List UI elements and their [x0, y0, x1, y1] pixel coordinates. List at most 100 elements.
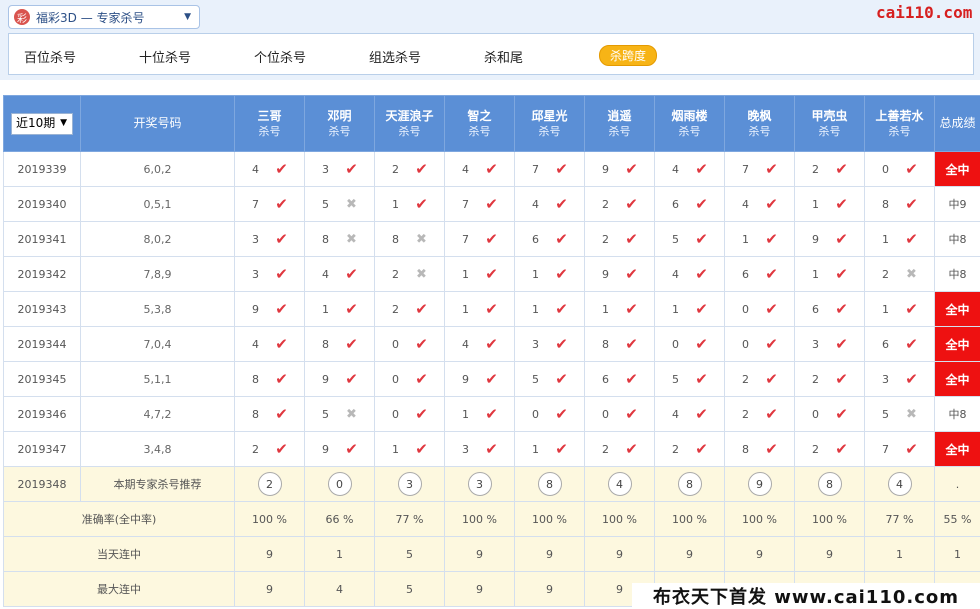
expert-name: 晚枫	[725, 109, 794, 124]
check-icon: ✔	[835, 370, 849, 388]
pick-number: 8	[321, 338, 331, 351]
expert-name: 甲壳虫	[795, 109, 864, 124]
check-icon: ✔	[625, 265, 639, 283]
today-streak-row: 当天连中91599999911	[4, 537, 980, 572]
expert-header[interactable]: 邓明杀号	[305, 96, 375, 152]
period-select[interactable]: 近10期 ▼	[11, 113, 73, 135]
pick-cell: 1✔	[375, 432, 445, 467]
draw-cell: 3,4,8	[81, 432, 235, 467]
pick-number: 8	[251, 373, 261, 386]
pick-cell: 0✔	[725, 327, 795, 362]
expert-header[interactable]: 天涯浪子杀号	[375, 96, 445, 152]
pick-number: 4	[251, 163, 261, 176]
pick-number: 3	[251, 233, 261, 246]
period-cell: 2019343	[4, 292, 81, 327]
pick-number: 9	[811, 233, 821, 246]
check-icon: ✔	[485, 230, 499, 248]
pick-cell: 5✔	[515, 362, 585, 397]
expert-sub: 杀号	[655, 124, 724, 139]
check-icon: ✔	[765, 265, 779, 283]
check-icon: ✔	[555, 300, 569, 318]
pick-cell: 3✔	[305, 152, 375, 187]
pick-number: 5	[671, 233, 681, 246]
check-icon: ✔	[415, 160, 429, 178]
pick-cell: 2✔	[795, 152, 865, 187]
pick-number: 6	[531, 233, 541, 246]
pick-number: 1	[601, 303, 611, 316]
pick-cell: 4✔	[445, 152, 515, 187]
pick-cell: 7✔	[725, 152, 795, 187]
pick-cell: 1✔	[445, 397, 515, 432]
pick-number: 4	[461, 338, 471, 351]
table-row: 20193455,1,18✔9✔0✔9✔5✔6✔5✔2✔2✔3✔全中	[4, 362, 980, 397]
check-icon: ✔	[695, 265, 709, 283]
check-icon: ✔	[485, 335, 499, 353]
total-header: 总成绩	[935, 96, 980, 152]
expert-header[interactable]: 上善若水杀号	[865, 96, 935, 152]
pick-number: 4	[461, 163, 471, 176]
check-icon: ✔	[765, 405, 779, 423]
pick-number: 2	[391, 163, 401, 176]
summary-cell: 9	[795, 537, 865, 572]
pick-number: 5	[671, 373, 681, 386]
check-icon: ✔	[695, 405, 709, 423]
check-icon: ✔	[555, 160, 569, 178]
check-icon: ✔	[695, 440, 709, 458]
lottery-select[interactable]: 彩 福彩3D — 专家杀号 ▼	[8, 5, 200, 29]
expert-header[interactable]: 邱星光杀号	[515, 96, 585, 152]
site-brand[interactable]: cai110.com	[876, 3, 972, 22]
expert-header[interactable]: 三哥杀号	[235, 96, 305, 152]
check-icon: ✔	[905, 440, 919, 458]
tab-hundreds[interactable]: 百位杀号	[24, 47, 76, 66]
check-icon: ✔	[485, 440, 499, 458]
recommend-number: 4	[608, 472, 632, 496]
check-icon: ✔	[345, 300, 359, 318]
cross-icon: ✖	[415, 267, 429, 282]
tab-tens[interactable]: 十位杀号	[139, 47, 191, 66]
recommend-number: 2	[258, 472, 282, 496]
check-icon: ✔	[905, 335, 919, 353]
period-cell: 2019342	[4, 257, 81, 292]
pick-cell: 2✔	[655, 432, 725, 467]
pick-number: 9	[321, 373, 331, 386]
pick-cell: 2✔	[585, 222, 655, 257]
pick-number: 1	[461, 268, 471, 281]
chevron-down-icon: ▼	[184, 12, 191, 22]
draw-cell: 4,7,2	[81, 397, 235, 432]
pick-number: 2	[601, 198, 611, 211]
check-icon: ✔	[625, 195, 639, 213]
pick-cell: 0✔	[375, 362, 445, 397]
expert-sub: 杀号	[515, 124, 584, 139]
period-cell: 2019347	[4, 432, 81, 467]
expert-header[interactable]: 甲壳虫杀号	[795, 96, 865, 152]
pick-cell: 4✔	[515, 187, 585, 222]
summary-cell: 9	[235, 537, 305, 572]
pick-cell: 1✔	[515, 292, 585, 327]
recommend-cell: 3	[445, 467, 515, 502]
check-icon: ✔	[275, 440, 289, 458]
expert-header[interactable]: 智之杀号	[445, 96, 515, 152]
pick-cell: 0✔	[795, 397, 865, 432]
pick-number: 2	[671, 443, 681, 456]
pick-cell: 2✔	[375, 152, 445, 187]
total-cell: 中8	[935, 222, 980, 257]
tab-group[interactable]: 组选杀号	[369, 47, 421, 66]
expert-header[interactable]: 烟雨楼杀号	[655, 96, 725, 152]
total-cell: 全中	[935, 432, 980, 467]
pick-number: 0	[391, 338, 401, 351]
pick-number: 8	[741, 443, 751, 456]
expert-header[interactable]: 晚枫杀号	[725, 96, 795, 152]
check-icon: ✔	[345, 265, 359, 283]
pick-number: 4	[671, 268, 681, 281]
expert-header[interactable]: 逍遥杀号	[585, 96, 655, 152]
tab-sum-tail[interactable]: 杀和尾	[484, 47, 523, 66]
tab-span[interactable]: 杀跨度	[599, 45, 657, 66]
pick-cell: 1✔	[655, 292, 725, 327]
check-icon: ✔	[485, 160, 499, 178]
tab-units[interactable]: 个位杀号	[254, 47, 306, 66]
check-icon: ✔	[485, 265, 499, 283]
pick-cell: 7✔	[235, 187, 305, 222]
rate-row: 准确率(全中率)100 %66 %77 %100 %100 %100 %100 …	[4, 502, 980, 537]
expert-sub: 杀号	[725, 124, 794, 139]
pick-number: 0	[601, 408, 611, 421]
